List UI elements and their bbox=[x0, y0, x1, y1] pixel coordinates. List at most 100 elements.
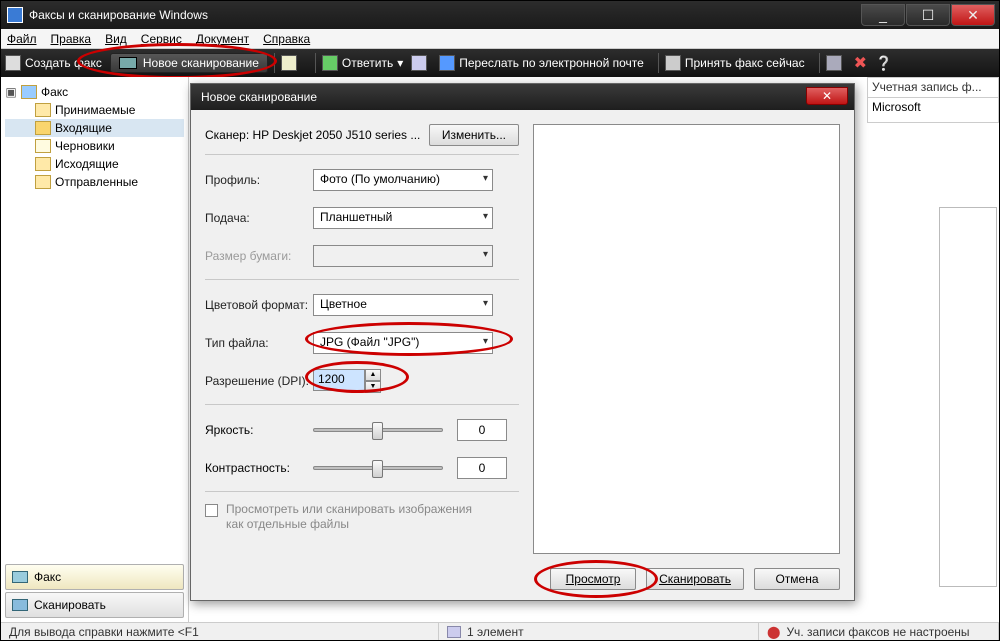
brightness-value[interactable]: 0 bbox=[457, 419, 507, 441]
collapse-icon[interactable]: ▣ bbox=[5, 85, 17, 99]
menu-file[interactable]: Файл bbox=[7, 32, 37, 46]
contrast-value[interactable]: 0 bbox=[457, 457, 507, 479]
chevron-down-icon: ▾ bbox=[397, 56, 403, 70]
tree-label: Исходящие bbox=[55, 157, 119, 171]
tree-root-label: Факс bbox=[41, 85, 68, 99]
spin-down-icon[interactable]: ▼ bbox=[365, 381, 381, 393]
tree-item[interactable]: Принимаемые bbox=[5, 101, 184, 119]
account-header: Учетная запись ф... bbox=[868, 78, 998, 98]
dialog-close-button[interactable]: ✕ bbox=[806, 87, 848, 105]
separator bbox=[658, 53, 659, 73]
filetype-combo[interactable]: JPG (Файл "JPG") bbox=[313, 332, 493, 354]
scan-preview-area bbox=[533, 124, 840, 554]
toolbar: Создать факс Новое сканирование Ответить… bbox=[1, 49, 999, 77]
create-fax-label: Создать факс bbox=[25, 56, 102, 70]
close-button[interactable]: ✕ bbox=[951, 4, 995, 26]
delete-button[interactable]: ✖ bbox=[854, 53, 867, 73]
dialog-title: Новое сканирование bbox=[191, 84, 854, 110]
paper-combo bbox=[313, 245, 493, 267]
tree-label: Черновики bbox=[55, 139, 115, 153]
reply-icon bbox=[322, 55, 338, 71]
forward-icon bbox=[439, 55, 455, 71]
help-button[interactable]: ❔ bbox=[875, 55, 892, 72]
toolbar-ic2[interactable] bbox=[411, 55, 431, 71]
color-combo[interactable]: Цветное bbox=[313, 294, 493, 316]
tree-root[interactable]: ▣ Факс bbox=[5, 83, 184, 101]
reply-button[interactable]: Ответить ▾ bbox=[322, 55, 403, 71]
paper-label: Размер бумаги: bbox=[205, 249, 313, 263]
feed-combo[interactable]: Планшетный bbox=[313, 207, 493, 229]
scan-button[interactable]: Сканировать bbox=[646, 568, 744, 590]
items-icon bbox=[447, 626, 461, 638]
help-icon: ❔ bbox=[875, 55, 892, 72]
separate-files-checkbox bbox=[205, 504, 218, 517]
mail-icon bbox=[411, 55, 427, 71]
nav-scan-button[interactable]: Сканировать bbox=[5, 592, 184, 618]
warning-icon: ⬤ bbox=[767, 625, 780, 639]
menu-edit[interactable]: Правка bbox=[51, 32, 92, 46]
account-row[interactable]: Microsoft bbox=[868, 98, 998, 116]
dpi-spinner[interactable]: ▲▼ bbox=[365, 369, 381, 393]
new-scan-dialog: Новое сканирование ✕ Сканер: HP Deskjet … bbox=[190, 83, 855, 601]
tree-item-selected[interactable]: Входящие bbox=[5, 119, 184, 137]
app-icon bbox=[7, 7, 23, 23]
brightness-slider[interactable] bbox=[313, 428, 443, 432]
slider-thumb[interactable] bbox=[372, 422, 383, 440]
nav-scan-label: Сканировать bbox=[34, 598, 106, 612]
new-scan-button[interactable]: Новое сканирование bbox=[110, 53, 268, 73]
profile-combo[interactable]: Фото (По умолчанию) bbox=[313, 169, 493, 191]
forward-button[interactable]: Переслать по электронной почте bbox=[439, 55, 644, 71]
bottom-nav: Факс Сканировать bbox=[1, 562, 189, 622]
divider bbox=[205, 491, 519, 492]
contrast-slider[interactable] bbox=[313, 466, 443, 470]
color-label: Цветовой формат: bbox=[205, 298, 313, 312]
status-fax: ⬤ Уч. записи факсов не настроены bbox=[759, 623, 999, 640]
separator bbox=[315, 53, 316, 73]
create-fax-button[interactable]: Создать факс bbox=[5, 55, 102, 71]
print-button[interactable] bbox=[826, 55, 846, 71]
receive-icon bbox=[665, 55, 681, 71]
reply-label: Ответить bbox=[342, 56, 393, 70]
folder-tree: ▣ Факс Принимаемые Входящие Черновики Ис… bbox=[1, 77, 189, 562]
filetype-label: Тип файла: bbox=[205, 336, 313, 350]
cancel-button[interactable]: Отмена bbox=[754, 568, 840, 590]
profile-label: Профиль: bbox=[205, 173, 313, 187]
scanner-lbl-text: Сканер: bbox=[205, 128, 249, 142]
menu-document[interactable]: Документ bbox=[196, 32, 249, 46]
window-titlebar: Факсы и сканирование Windows _ ☐ ✕ bbox=[1, 1, 999, 29]
main-preview-area bbox=[939, 207, 997, 587]
status-help: Для вывода справки нажмите <F1 bbox=[1, 623, 439, 640]
divider bbox=[205, 404, 519, 405]
menu-help[interactable]: Справка bbox=[263, 32, 310, 46]
dpi-label: Разрешение (DPI): bbox=[205, 374, 313, 388]
tree-item[interactable]: Отправленные bbox=[5, 173, 184, 191]
preview-button-label: Просмотр bbox=[566, 572, 621, 586]
maximize-button[interactable]: ☐ bbox=[906, 4, 950, 26]
status-items: 1 элемент bbox=[439, 623, 759, 640]
slider-thumb[interactable] bbox=[372, 460, 383, 478]
page-icon bbox=[281, 55, 297, 71]
menu-view[interactable]: Вид bbox=[105, 32, 127, 46]
spin-up-icon[interactable]: ▲ bbox=[365, 369, 381, 381]
folder-icon bbox=[35, 139, 51, 153]
toolbar-ic1[interactable] bbox=[281, 55, 301, 71]
preview-button[interactable]: Просмотр bbox=[550, 568, 636, 590]
scanner-name-text: HP Deskjet 2050 J510 series ... bbox=[253, 128, 421, 142]
tree-item[interactable]: Исходящие bbox=[5, 155, 184, 173]
receive-fax-button[interactable]: Принять факс сейчас bbox=[665, 55, 805, 71]
fax-icon bbox=[5, 55, 21, 71]
folder-icon bbox=[35, 103, 51, 117]
dpi-input[interactable]: 1200 bbox=[313, 369, 365, 391]
tree-item[interactable]: Черновики bbox=[5, 137, 184, 155]
delete-icon: ✖ bbox=[854, 53, 867, 73]
receive-label: Принять факс сейчас bbox=[685, 56, 805, 70]
change-scanner-button[interactable]: Изменить... bbox=[429, 124, 519, 146]
nav-fax-button[interactable]: Факс bbox=[5, 564, 184, 590]
fax-root-icon bbox=[21, 85, 37, 99]
minimize-button[interactable]: _ bbox=[861, 4, 905, 26]
scan-button-label: Сканировать bbox=[659, 572, 731, 586]
divider bbox=[205, 279, 519, 280]
menu-service[interactable]: Сервис bbox=[141, 32, 182, 46]
divider bbox=[205, 154, 519, 155]
tree-label: Входящие bbox=[55, 121, 112, 135]
